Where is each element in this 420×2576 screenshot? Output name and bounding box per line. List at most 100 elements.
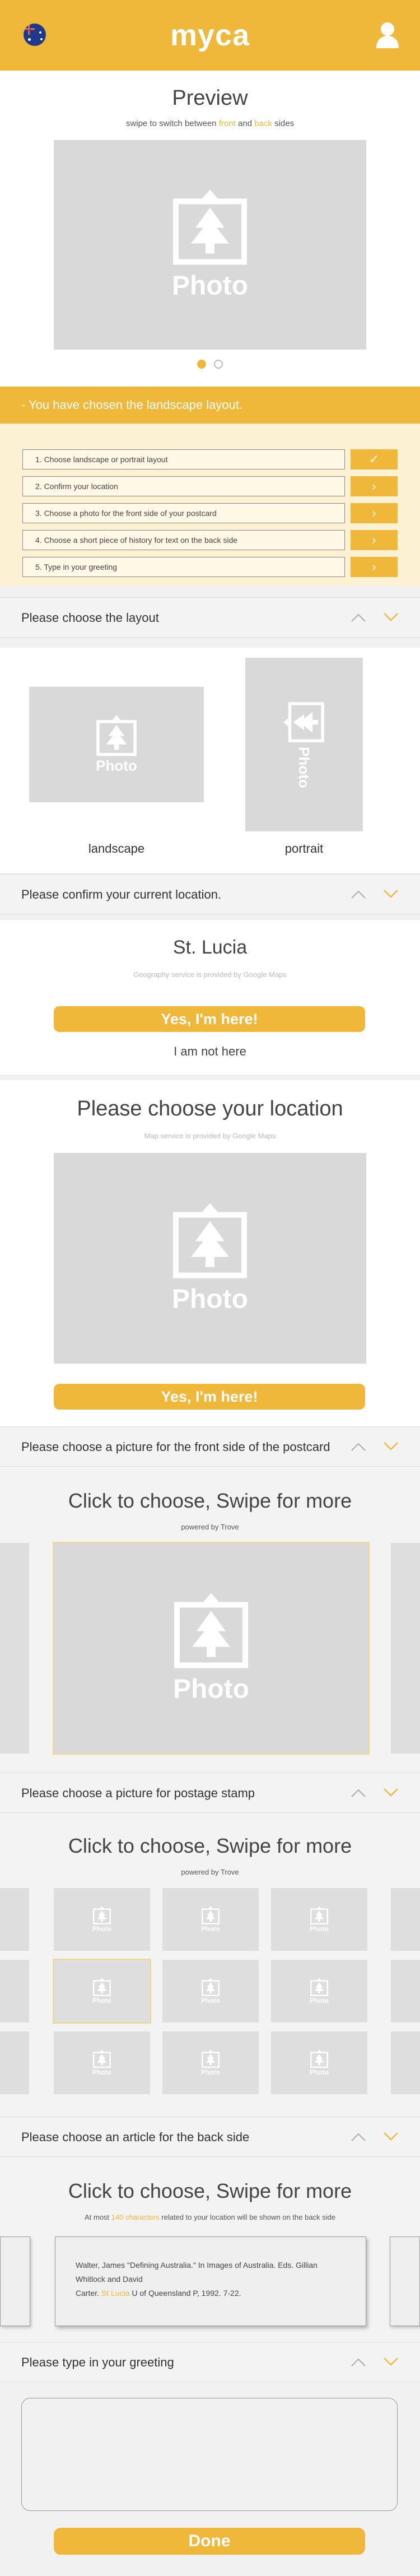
photo-icon [283, 702, 324, 743]
preview-photo[interactable]: Photo [54, 140, 366, 350]
chevron-right-icon[interactable]: › [351, 557, 398, 577]
stamp-option[interactable]: Photo [54, 1888, 150, 1951]
greeting-section-header[interactable]: Please type in your greeting [0, 2342, 420, 2382]
confirm-section-header[interactable]: Please confirm your current location. [0, 874, 420, 914]
preview-pager[interactable] [0, 360, 420, 369]
layout-banner: - You have chosen the landscape layout. [0, 387, 420, 424]
step-item[interactable]: 1. Choose landscape or portrait layout [22, 449, 345, 469]
stamp-photo-label: Photo [92, 1997, 111, 2005]
map-view[interactable]: Photo [54, 1153, 366, 1364]
step-item[interactable]: 5. Type in your greeting [22, 557, 345, 577]
stamp-edge-left[interactable] [0, 1960, 29, 2022]
chevron-down-icon[interactable] [383, 1440, 399, 1453]
stamp-photo-label: Photo [310, 2068, 329, 2076]
preview-hint: swipe to switch between front and back s… [125, 119, 295, 128]
landscape-label: landscape [88, 841, 145, 855]
step-item[interactable]: 4. Choose a short piece of history for t… [22, 530, 345, 550]
photo-icon [174, 1593, 248, 1668]
article-next[interactable] [390, 2236, 420, 2326]
stamp-edge-right[interactable] [391, 1888, 420, 1951]
pager-dot-front[interactable] [197, 360, 206, 369]
chevron-down-icon[interactable] [383, 2131, 399, 2143]
steps-panel: 1. Choose landscape or portrait layout ✓… [0, 424, 420, 586]
front-powered: powered by Trove [181, 1523, 239, 1531]
greeting-input[interactable] [21, 2398, 398, 2511]
photo-icon [96, 715, 137, 756]
stamp-option[interactable]: Photo [271, 1888, 367, 1951]
logo[interactable]: myca [0, 18, 420, 53]
stamp-option[interactable]: Photo [162, 1888, 259, 1951]
chevron-right-icon[interactable]: › [351, 530, 398, 550]
choose-location-section: Please choose your location Map service … [0, 1080, 420, 1428]
stamp-section-header[interactable]: Please choose a picture for postage stam… [0, 1773, 420, 1813]
front-section-header[interactable]: Please choose a picture for the front si… [0, 1426, 420, 1467]
photo-icon [310, 1906, 329, 1925]
photo-icon [201, 1906, 220, 1925]
preview-section: Preview swipe to switch between front an… [0, 71, 420, 387]
stamp-powered: powered by Trove [181, 1868, 239, 1876]
photo-icon [92, 1978, 111, 1997]
layout-section-header[interactable]: Please choose the layout [0, 597, 420, 638]
chevron-right-icon[interactable]: › [351, 503, 398, 523]
front-photo-selected[interactable]: Photo [53, 1542, 370, 1755]
place-name: St. Lucia [172, 937, 248, 958]
geo-note: Geography service is provided by Google … [133, 970, 287, 979]
chevron-up-icon[interactable] [351, 2131, 366, 2143]
map-note: Map service is provided by Google Maps [144, 1132, 276, 1140]
article-note: At most 140 characters related to your l… [84, 2213, 336, 2221]
layout-section: Photo Photo landscape portrait [0, 648, 420, 873]
page: myca Preview swipe to switch between fro… [0, 0, 420, 2576]
stamp-option[interactable]: Photo [271, 1960, 367, 2022]
chevron-up-icon[interactable] [351, 888, 366, 900]
done-button[interactable]: Done [54, 2528, 365, 2555]
chevron-down-icon[interactable] [383, 2356, 399, 2368]
photo-icon [310, 2049, 329, 2068]
article-title: Click to choose, Swipe for more [68, 2179, 352, 2202]
chevron-up-icon[interactable] [351, 1440, 366, 1453]
stamp-edge-right[interactable] [391, 2031, 420, 2094]
step-item[interactable]: 2. Confirm your location [22, 476, 345, 496]
yes-here-button[interactable]: Yes, I'm here! [54, 1006, 365, 1032]
chevron-down-icon[interactable] [383, 1787, 399, 1799]
portrait-label: portrait [284, 841, 324, 855]
photo-icon [92, 2049, 111, 2068]
not-here-button[interactable]: I am not here [0, 1044, 420, 1059]
user-icon[interactable] [375, 21, 400, 48]
landscape-option[interactable]: Photo [29, 687, 204, 802]
front-photo-prev[interactable] [0, 1543, 29, 1754]
photo-icon [173, 1203, 247, 1278]
portrait-option[interactable]: Photo [245, 658, 363, 831]
article-section-header[interactable]: Please choose an article for the back si… [0, 2117, 420, 2157]
pager-dot-back[interactable] [214, 360, 223, 369]
check-icon[interactable]: ✓ [351, 449, 398, 469]
stamp-edge-left[interactable] [0, 1888, 29, 1951]
yes-here-button-2[interactable]: Yes, I'm here! [54, 1384, 365, 1410]
stamp-title: Click to choose, Swipe for more [68, 1834, 352, 1857]
front-photo-next[interactable] [391, 1543, 420, 1754]
choose-location-title: Please choose your location [77, 1097, 343, 1120]
stamp-photo-label: Photo [92, 2068, 111, 2076]
chevron-right-icon[interactable]: › [351, 476, 398, 496]
stamp-photo-label: Photo [92, 1925, 111, 1933]
article-prev[interactable] [0, 2236, 30, 2326]
chevron-up-icon[interactable] [351, 1787, 366, 1799]
stamp-option[interactable]: Photo [162, 2031, 259, 2094]
chevron-up-icon[interactable] [351, 611, 366, 624]
stamp-option[interactable]: Photo [53, 1959, 151, 2024]
chevron-down-icon[interactable] [383, 611, 399, 624]
stamp-photo-label: Photo [201, 1997, 220, 2005]
stamp-photo-label: Photo [310, 1997, 329, 2005]
step-item[interactable]: 3. Choose a photo for the front side of … [22, 503, 345, 523]
stamp-edge-left[interactable] [0, 2031, 29, 2094]
photo-icon [201, 2049, 220, 2068]
preview-title: Preview [172, 86, 248, 110]
chevron-up-icon[interactable] [351, 2356, 366, 2368]
stamp-edge-right[interactable] [391, 1960, 420, 2022]
chevron-down-icon[interactable] [383, 888, 399, 900]
photo-icon [173, 189, 247, 265]
stamp-option[interactable]: Photo [271, 2031, 367, 2094]
stamp-option[interactable]: Photo [54, 2031, 150, 2094]
stamp-photo-label: Photo [201, 2068, 220, 2076]
article-card[interactable]: Walter, James "Defining Australia." In I… [55, 2236, 366, 2326]
stamp-option[interactable]: Photo [162, 1960, 259, 2022]
